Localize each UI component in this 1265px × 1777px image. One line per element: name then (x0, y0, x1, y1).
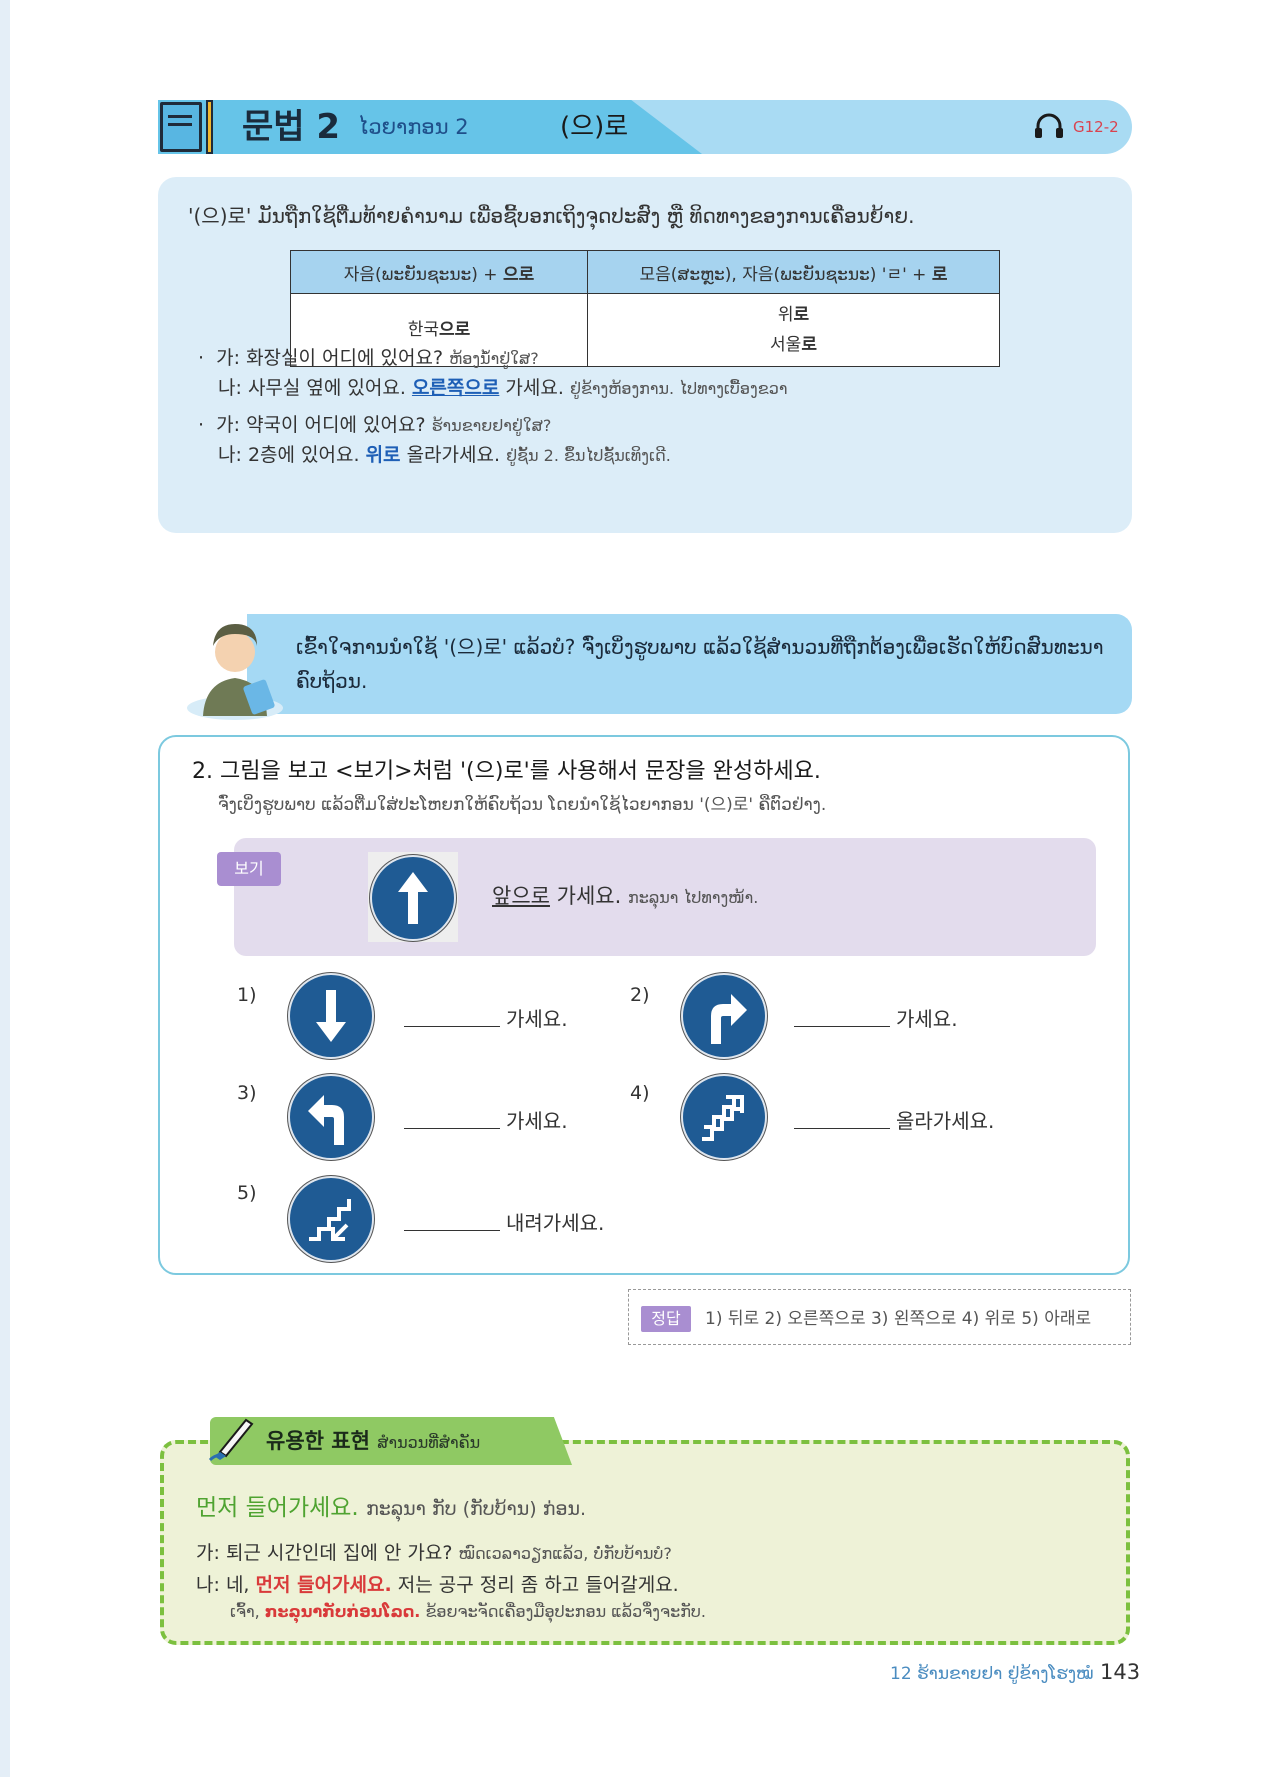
item-number: 3) (237, 1082, 257, 1104)
answer-blank[interactable] (794, 1128, 890, 1129)
example-line: · 가: 약국이 어디에 있어요? ຮ້ານຂາຍຢາຢູ່ໃສ? (198, 414, 552, 436)
item-text: 가세요. (506, 1007, 568, 1031)
useful-expression-main: 먼저 들어가세요. ກະລຸນາ ກັບ (ກັບບ້ານ) ກ່ອນ. (196, 1495, 587, 1521)
turn-right-icon (683, 975, 765, 1057)
table-header-cell: 자음(ພະຍັນຊະນະ) + 으로 (290, 250, 588, 294)
answer-blank[interactable] (404, 1128, 500, 1129)
item-text: 가세요. (506, 1109, 568, 1133)
stairs-up-icon (683, 1076, 765, 1158)
pencil-icon (206, 100, 213, 154)
dialogue-line: 나: 네, 먼저 들어가세요. 저는 공구 정리 좀 하고 들어갈게요. (196, 1574, 679, 1596)
arrow-up-icon (372, 857, 454, 939)
item-text: 내려가세요. (506, 1211, 605, 1235)
turn-left-icon (290, 1076, 372, 1158)
example-line: 나: 사무실 옆에 있어요. 오른쪽으로 가세요. ຢູ່ຂ້າງຫ້ອງການ… (218, 377, 788, 399)
table-header-cell: 모음(ສະຫຼະ), 자음(ພະຍັນຊະນະ) 'ㄹ' + 로 (587, 250, 1000, 294)
item-number: 1) (237, 984, 257, 1006)
answer-blank[interactable] (404, 1230, 500, 1231)
page-left-strip (0, 0, 10, 1777)
dialogue-line: 가: 퇴근 시간인데 집에 안 가요? ໝົດເວລາວຽກແລ້ວ, ບໍ່ກ… (196, 1542, 672, 1564)
table-header-row: 자음(ພະຍັນຊະນະ) + 으로 모음(ສະຫຼະ), 자음(ພະຍັນຊະ… (290, 250, 1000, 294)
item-number: 4) (630, 1082, 650, 1104)
table-cell: 위로 서울로 (587, 293, 1000, 367)
headphones-icon[interactable] (1034, 113, 1064, 139)
item-number: 5) (237, 1182, 257, 1204)
answer-key-text: 1) 뒤로 2) 오른쪽으로 3) 왼쪽으로 4) 위로 5) 아래로 (705, 1309, 1092, 1329)
dialogue-translation: ເຈົ້າ, ກະລຸນາກັບກ່ອນໂລດ. ຂ້ອຍຈະຈັດເຄື່ອງ… (230, 1602, 706, 1621)
answer-blank[interactable] (794, 1026, 890, 1027)
stairs-down-icon (290, 1178, 372, 1260)
bubble-text: ເຂົ້າໃຈການນຳໃຊ້ '(으)로' ແລ້ວບໍ? ຈົ່ງເບິ່ງ… (296, 635, 1104, 693)
answer-blank[interactable] (404, 1026, 500, 1027)
answer-key-tag: 정답 (641, 1306, 691, 1332)
chapter-title: 12 ຮ້ານຂາຍຢາ ຢູ່ຂ້າງໂຮງໝໍ (890, 1664, 1094, 1684)
example-line: · 가: 화장실이 어디에 있어요? ຫ້ອງນ້ຳຢູ່ໃສ? (198, 347, 539, 369)
grammar-title: 문법 2 (242, 107, 341, 147)
book-icon (160, 102, 202, 152)
arrow-down-icon (290, 975, 372, 1057)
grammar-point: (으)로 (560, 112, 629, 142)
explanation-intro: '(으)로' ມັນຖືກໃຊ້ຕື່ມທ້າຍຄຳນາມ ເພື່ອຊີ້ບອ… (188, 204, 915, 228)
useful-expression-title: 유용한 표현 ສຳນວນທີ່ສຳຄັນ (266, 1429, 481, 1453)
brush-icon (208, 1418, 254, 1462)
soldier-avatar-icon (187, 624, 283, 720)
page-number: 143 (1100, 1660, 1141, 1684)
grammar-title-lao: ໄວຍາກອນ 2 (358, 115, 469, 139)
exercise-subtitle: ຈົ່ງເບິ່ງຮູບພາບ ແລ້ວຕື່ມໃສ່ປະໂຫຍກໃຫ້ຄົບຖ… (218, 795, 827, 815)
example-line: 나: 2층에 있어요. 위로 올라가세요. ຢູ່ຊັ້ນ 2. ຂຶ້ນໄປຊ… (218, 444, 671, 466)
item-text: 가세요. (896, 1007, 958, 1031)
audio-track-code[interactable]: G12-2 (1073, 100, 1119, 154)
item-number: 2) (630, 984, 650, 1006)
example-tag: 보기 (217, 852, 281, 886)
example-sentence: 앞으로 가세요. ກະລຸນາ ໄປທາງໜ້າ. (492, 884, 759, 908)
exercise-title: 2. 그림을 보고 <보기>처럼 '(으)로'를 사용해서 문장을 완성하세요. (192, 759, 821, 784)
item-text: 올라가세요. (896, 1109, 995, 1133)
